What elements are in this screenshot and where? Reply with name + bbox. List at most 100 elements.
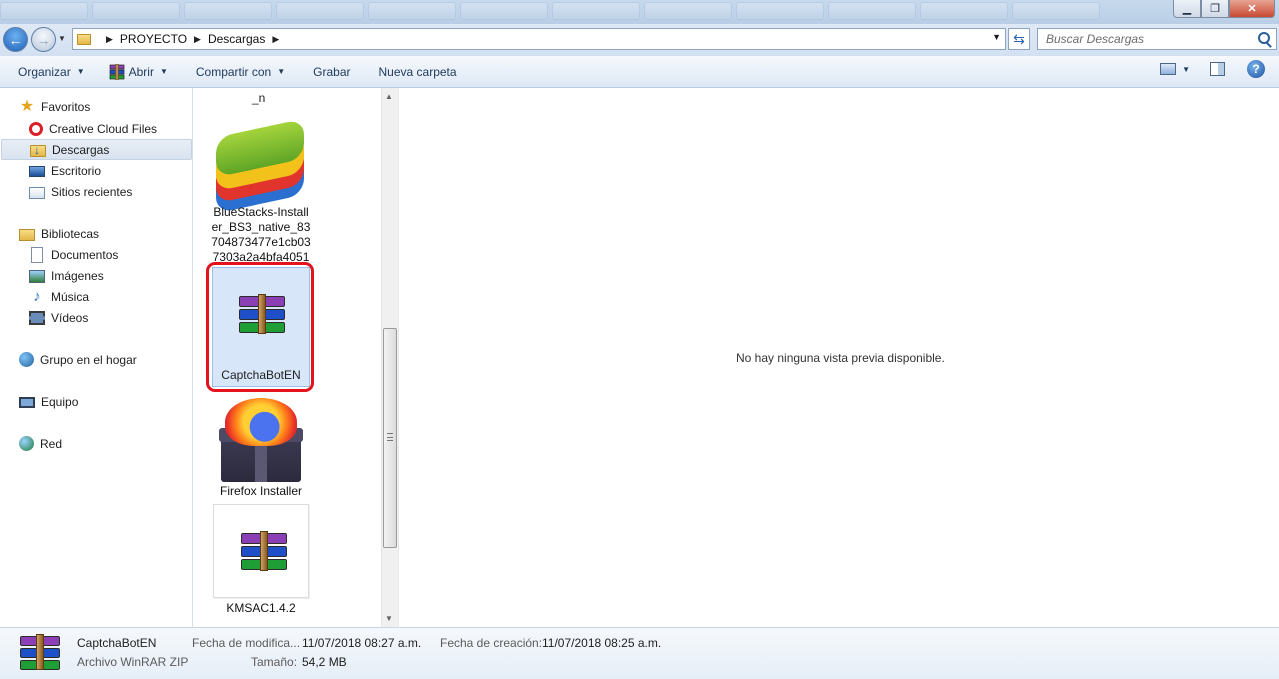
preview-pane-toggle-icon[interactable] (1210, 62, 1225, 76)
documents-icon (31, 246, 43, 263)
organize-label: Organizar (18, 64, 71, 79)
command-bar: Organizar ▼ Abrir ▼ Compartir con ▼ Grabar … (0, 56, 1279, 88)
change-view-icon[interactable] (1160, 63, 1177, 75)
new-folder-button[interactable]: Nueva carpeta (369, 60, 467, 84)
background-window (1012, 2, 1100, 20)
created-value: 11/07/2018 08:25 a.m. (542, 636, 662, 650)
modified-value: 11/07/2018 08:27 a.m. (302, 636, 422, 650)
size-value: 54,2 MB (302, 655, 347, 669)
search-input[interactable] (1046, 32, 1246, 46)
file-name: BlueStacks-Install er_BS3_native_83 7048… (211, 205, 311, 264)
background-window (644, 2, 732, 20)
sidebar-item-descargas[interactable]: Descargas (1, 139, 192, 160)
recent-pages-dropdown[interactable]: ▼ (58, 34, 66, 43)
file-label-truncated: _n (252, 91, 266, 105)
sidebar-item-label: Bibliotecas (41, 226, 100, 241)
scrollbar-thumb[interactable] (383, 328, 397, 548)
refresh-button[interactable]: ⇆ (1008, 28, 1030, 50)
background-window (828, 2, 916, 20)
open-label: Abrir (128, 64, 154, 79)
sidebar-item-musica[interactable]: ♪ Música (29, 286, 89, 307)
search-icon[interactable] (1258, 32, 1270, 44)
help-icon[interactable]: ? (1247, 60, 1265, 78)
file-tile-firefox: Firefox Installer (211, 484, 311, 499)
chevron-down-icon: ▼ (159, 67, 168, 76)
sidebar-item-escritorio[interactable]: Escritorio (29, 160, 101, 181)
sidebar-item-label: Vídeos (51, 310, 89, 325)
sidebar-item-sitios-recientes[interactable]: Sitios recientes (29, 181, 132, 202)
address-bar[interactable]: ▶ PROYECTO ▶ Descargas ▶ ▼ (72, 28, 1006, 50)
libraries-icon (19, 228, 35, 241)
sidebar-item-label: Sitios recientes (51, 184, 133, 199)
sidebar-item-imagenes[interactable]: Imágenes (29, 265, 104, 286)
sidebar-item-red[interactable]: Red (19, 433, 62, 454)
file-list-scrollbar[interactable]: ▲ ▼ (381, 88, 398, 627)
chevron-right-icon[interactable]: ▶ (194, 34, 201, 45)
scroll-down-icon[interactable]: ▼ (385, 614, 393, 623)
winrar-icon (109, 63, 124, 80)
network-icon (19, 436, 34, 451)
arrow-right-icon: → (36, 31, 51, 48)
file-tile-bluestacks: BlueStacks-Install er_BS3_native_83 7048… (211, 205, 311, 265)
chevron-right-icon[interactable]: ▶ (272, 34, 279, 45)
creative-cloud-icon (29, 121, 43, 136)
close-button[interactable]: ✕ (1229, 0, 1275, 18)
burn-label: Grabar (313, 64, 351, 79)
details-file-name: CaptchaBotEN (77, 636, 157, 650)
taskbar-thumbnails (0, 2, 1100, 22)
sidebar-item-favoritos[interactable]: ★ Favoritos (19, 96, 91, 117)
command-bar-right: ▼ ? (1160, 60, 1279, 78)
restore-icon: ❐ (1210, 3, 1220, 15)
highlight-annotation (206, 262, 314, 392)
computer-icon (19, 397, 35, 408)
sidebar-item-videos[interactable]: Vídeos (29, 307, 88, 328)
desktop-icon (29, 166, 45, 177)
refresh-icon: ⇆ (1013, 30, 1025, 47)
chevron-down-icon[interactable]: ▼ (1182, 65, 1190, 74)
file-name: KMSAC1.4.2 (226, 601, 296, 615)
sidebar-item-equipo[interactable]: Equipo (19, 391, 78, 412)
open-button[interactable]: Abrir ▼ (99, 60, 178, 84)
sidebar-item-label: Red (40, 436, 63, 451)
firefox-installer-icon (219, 398, 303, 486)
details-file-type: Archivo WinRAR ZIP (77, 655, 189, 669)
background-window (92, 2, 180, 20)
no-preview-message: No hay ninguna vista previa disponible. (736, 351, 945, 365)
window-controls: ▁ ❐ ✕ (1173, 0, 1275, 18)
minimize-button[interactable]: ▁ (1173, 0, 1201, 18)
recent-places-icon (29, 186, 45, 199)
arrow-left-icon: ← (8, 31, 23, 48)
scroll-up-icon[interactable]: ▲ (385, 92, 393, 101)
sidebar-item-label: Música (51, 289, 90, 304)
sidebar-item-grupo-hogar[interactable]: Grupo en el hogar (19, 349, 137, 370)
star-icon: ★ (19, 97, 35, 115)
firefox-logo-icon (225, 398, 297, 446)
restore-button[interactable]: ❐ (1201, 0, 1229, 18)
back-button[interactable]: ← (3, 27, 28, 52)
file-tile-kmsac: KMSAC1.4.2 (211, 601, 311, 616)
search-box (1037, 28, 1277, 50)
preview-pane: No hay ninguna vista previa disponible. (398, 88, 1279, 627)
background-window (736, 2, 824, 20)
burn-button[interactable]: Grabar (303, 60, 360, 84)
address-dropdown[interactable]: ▼ (992, 32, 1001, 42)
background-window (920, 2, 1008, 20)
grip-icon (387, 433, 393, 441)
organize-button[interactable]: Organizar ▼ (8, 60, 95, 84)
sidebar-item-label: Documentos (51, 247, 119, 262)
sidebar-item-documentos[interactable]: Documentos (29, 244, 118, 265)
breadcrumb-descargas[interactable]: Descargas (208, 32, 265, 46)
sidebar-item-label: Favoritos (41, 99, 91, 114)
title-bar: ▁ ❐ ✕ (0, 0, 1279, 24)
rar-strap (36, 634, 44, 670)
bluestacks-icon (216, 118, 306, 214)
share-button[interactable]: Compartir con ▼ (186, 60, 295, 84)
chevron-right-icon[interactable]: ▶ (106, 34, 113, 45)
sidebar-item-creative-cloud[interactable]: Creative Cloud Files (29, 118, 157, 139)
share-label: Compartir con (195, 64, 272, 79)
forward-button[interactable]: → (31, 27, 56, 52)
breadcrumb-proyecto[interactable]: PROYECTO (120, 32, 187, 46)
close-icon: ✕ (1247, 3, 1257, 15)
sidebar-item-bibliotecas[interactable]: Bibliotecas (19, 223, 99, 244)
file-name: Firefox Installer (219, 484, 303, 498)
